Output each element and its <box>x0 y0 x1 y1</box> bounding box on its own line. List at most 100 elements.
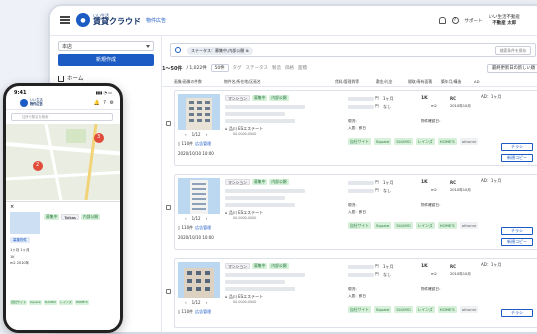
header-image: 画像/画像の件数 <box>174 79 202 84</box>
ad-manage-link[interactable]: 広告管理 <box>195 309 211 314</box>
listing-detail-button[interactable]: 募集物件 <box>10 237 30 243</box>
search-chip[interactable]: ステータス：募集中,内部公開 ⊗ <box>187 47 253 55</box>
phone-logo[interactable]: いい生活 物件広告 <box>20 99 43 107</box>
chevron-right-icon[interactable]: › <box>206 132 208 137</box>
close-icon[interactable]: × <box>10 204 14 210</box>
chevron-left-icon[interactable]: ‹ <box>185 300 187 305</box>
filter-area[interactable]: 面積 <box>298 65 307 71</box>
portal-square[interactable]: Square <box>373 138 392 145</box>
filter-tag[interactable]: タグ <box>233 65 242 71</box>
listing-card[interactable]: ‹ 1/12 › ▯ 110件 広告管理 2020/10/10 10:00 マンション… <box>166 90 537 166</box>
portal-athome[interactable]: athome <box>459 138 479 145</box>
property-photo[interactable] <box>178 94 220 130</box>
portal-own-site[interactable]: 自社サイト <box>348 138 371 145</box>
flyer-button[interactable]: チラシ <box>501 143 533 151</box>
map-view[interactable]: 2 3 <box>6 124 120 200</box>
views-value: 110件 <box>181 309 194 314</box>
portal-homes[interactable]: HOME'S <box>74 300 89 305</box>
portal-athome[interactable]: athome <box>459 306 479 313</box>
ad-value: AD：1ヶ月 <box>481 94 502 99</box>
view-count: ▯ 110件 広告管理 <box>178 309 212 314</box>
select-checkbox[interactable] <box>166 205 171 210</box>
menu-icon[interactable] <box>60 16 70 24</box>
header-name: 物件名/所在地/区画名 <box>224 79 261 84</box>
portal-reins[interactable]: レインズ <box>415 138 435 145</box>
filter-manufacture[interactable]: 製造 <box>272 65 281 71</box>
photo-pager[interactable]: ‹ 1/12 › <box>185 132 207 137</box>
portal-suumo[interactable]: SUUMO <box>43 300 57 305</box>
copy-button[interactable]: 新規コピー <box>501 154 533 162</box>
store-select[interactable]: 本店 <box>58 41 154 51</box>
copy-button[interactable]: 新規コピー <box>501 238 533 246</box>
built-value: 2010年10月 <box>450 272 471 276</box>
sidebar-item-home[interactable]: ホーム <box>58 74 83 82</box>
chevron-left-icon[interactable]: ‹ <box>185 132 187 137</box>
property-sheet: × 募集中 Tolkas 内部公開 募集物件 1ヶ月 1ヶ月 1K m2 201… <box>6 201 120 330</box>
map-pin-label[interactable]: 3 <box>97 134 100 140</box>
portal-homes[interactable]: HOME'S <box>437 306 457 313</box>
portal-square[interactable]: Square <box>373 222 392 229</box>
help-icon[interactable]: ? <box>451 17 459 25</box>
portal-square[interactable]: Square <box>373 306 392 313</box>
chevron-right-icon[interactable]: › <box>206 300 208 305</box>
fact-deposit: 1ヶ月 1ヶ月 <box>10 248 30 252</box>
sort-select[interactable]: 最終更新日の新しい順 <box>487 63 537 73</box>
rent-unit: 円 <box>375 96 379 100</box>
select-checkbox[interactable] <box>166 121 171 126</box>
property-photo[interactable] <box>10 212 40 234</box>
phone-status-icons: ▮▮▮ ◔ ▭ <box>95 90 112 95</box>
chevron-left-icon[interactable]: ‹ <box>185 216 187 221</box>
flyer-label: チラシ <box>511 144 523 149</box>
address-sub: 00-0000-0000 <box>233 300 257 304</box>
filter-price[interactable]: 価格 <box>285 65 294 71</box>
bell-icon[interactable] <box>438 17 446 25</box>
portal-list: 自社サイト Square SUUMO レインズ HOME'S athome <box>348 306 479 313</box>
map-pin-label[interactable]: 2 <box>36 162 39 168</box>
address-sub: 00-0000-0000 <box>233 132 257 136</box>
portal-homes[interactable]: HOME'S <box>437 138 457 145</box>
ad-value: AD：1ヶ月 <box>481 178 502 183</box>
phone-header-icons[interactable]: 🔔 ? ⚙ <box>93 100 115 106</box>
photo-pager[interactable]: ‹ 1/12 › <box>185 216 207 221</box>
portal-own-site[interactable]: 自社サイト <box>348 306 371 313</box>
portal-homes[interactable]: HOME'S <box>437 222 457 229</box>
app-logo[interactable]: ● いい生活 賃貸クラウド 物件広告 <box>76 13 166 27</box>
ad-manage-link[interactable]: 広告管理 <box>195 225 211 230</box>
portal-square[interactable]: Square <box>29 300 42 305</box>
save-search-button[interactable]: 検索条件を保存 <box>495 46 531 55</box>
user-menu[interactable]: いい生活不動産 不動産 太郎 <box>489 15 521 27</box>
fee-unit: 円 <box>375 272 379 276</box>
view-count: ▯ 110件 広告管理 <box>178 141 212 146</box>
property-photo[interactable] <box>178 262 220 298</box>
per-page-select[interactable]: 50件 <box>210 64 229 72</box>
result-toolbar: 1〜50件 / 1,022件 50件 タグ ステータス 製造 価格 面積 最終更… <box>162 62 537 74</box>
ad-manage-link[interactable]: 広告管理 <box>195 141 211 146</box>
built-value: 2010年10月 <box>450 188 471 192</box>
property-photo[interactable] <box>178 178 220 214</box>
visibility-badge: 内部公開 <box>80 214 101 220</box>
status-badge: 募集中 <box>251 263 268 269</box>
portal-suumo[interactable]: SUUMO <box>394 222 413 229</box>
flyer-button[interactable]: チラシ <box>501 227 533 235</box>
search-bar[interactable]: ステータス：募集中,内部公開 ⊗ 検索条件を保存 <box>170 43 536 57</box>
listing-card[interactable]: ‹ 1/12 › ▯ 110件 広告管理 2020/10/10 10:00 マンション… <box>166 174 537 250</box>
new-listing-button[interactable]: 新規作成 <box>58 54 154 66</box>
phone-search-input[interactable]: 住所や駅名を検索 <box>11 113 113 121</box>
portal-suumo[interactable]: SUUMO <box>394 138 413 145</box>
portal-own-site[interactable]: 自社サイト <box>10 300 28 305</box>
filter-status[interactable]: ステータス <box>246 65 269 71</box>
listing-card[interactable]: ‹ 1/12 › ▯ 110件 広告管理 マンション 募集中 内部公開 ⌂ 品川 ES… <box>166 258 537 328</box>
portal-suumo[interactable]: SUUMO <box>394 306 413 313</box>
confirm-date: 物件確認日： <box>421 203 443 207</box>
select-checkbox[interactable] <box>166 289 171 294</box>
portal-own-site[interactable]: 自社サイト <box>348 222 371 229</box>
support-link[interactable]: サポート <box>465 18 483 24</box>
portal-athome[interactable]: athome <box>459 222 479 229</box>
deposit-value: 1ヶ月 <box>383 96 394 101</box>
portal-reins[interactable]: レインズ <box>415 222 435 229</box>
flyer-button[interactable]: チラシ <box>501 309 533 317</box>
portal-reins[interactable]: レインズ <box>58 300 73 305</box>
portal-reins[interactable]: レインズ <box>415 306 435 313</box>
chevron-right-icon[interactable]: › <box>206 216 208 221</box>
photo-pager[interactable]: ‹ 1/12 › <box>185 300 207 305</box>
